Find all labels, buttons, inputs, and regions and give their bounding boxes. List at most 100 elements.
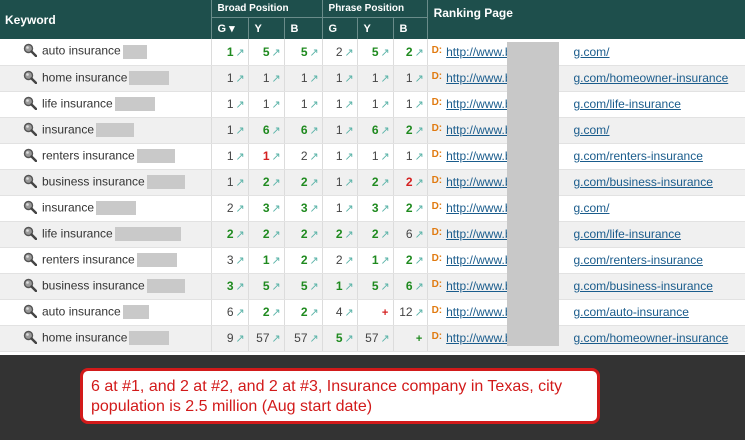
position-value: 2 — [335, 44, 343, 59]
broad-bing-position: 2 ↗ — [284, 169, 323, 196]
broad-bing-position: 5 ↗ — [284, 273, 323, 300]
trend-arrow-icon: ↗ — [414, 255, 424, 267]
trend-arrow-icon: ↗ — [309, 99, 319, 111]
trend-arrow-icon: ↗ — [235, 281, 245, 293]
table-row: home insurance 9 ↗ 57 ↗ 57 ↗ 5 ↗ 57 ↗ + D: http://www… — [0, 325, 745, 352]
phrase-yahoo-column[interactable]: Y — [357, 17, 394, 39]
trend-arrow-icon: ↗ — [235, 99, 245, 111]
keyword-text: insurance — [42, 200, 95, 215]
position-value: 1 — [405, 97, 413, 111]
broad-yahoo-position: 2 ↗ — [248, 299, 285, 326]
keyword-cell: auto insurance — [0, 39, 212, 66]
ranking-page-cell: D: http://www.b g.com/business-insurance — [427, 169, 745, 196]
magnifier-icon[interactable] — [23, 252, 38, 269]
annotation-note: 6 at #1, and 2 at #2, and 2 at #3, Insur… — [80, 368, 600, 424]
magnifier-icon[interactable] — [23, 304, 38, 321]
domain-marker: D: — [431, 227, 443, 238]
phrase-yahoo-position: 1 ↗ — [357, 91, 394, 118]
ranking-page-cell: D: http://www.b g.com/ — [427, 39, 745, 66]
trend-arrow-icon: ↗ — [235, 177, 245, 189]
magnifier-icon[interactable] — [23, 278, 38, 295]
position-value: 2 — [262, 305, 270, 319]
ranking-page-cell: D: http://www.b g.com/renters-insurance — [427, 247, 745, 274]
position-value: 2 — [335, 227, 343, 241]
broad-google-column[interactable]: G ▾ — [211, 17, 249, 39]
position-value: 6 — [371, 123, 379, 137]
position-value: 1 — [335, 97, 343, 111]
position-value: 1 — [405, 71, 413, 85]
broad-bing-position: 2 ↗ — [284, 247, 323, 274]
position-value: 5 — [300, 44, 308, 59]
broad-bing-position: 5 ↗ — [284, 39, 323, 66]
trend-arrow-icon: ↗ — [344, 125, 354, 137]
ranking-url-link[interactable]: http://www.b g.com/business-insurance — [446, 175, 713, 189]
magnifier-icon[interactable] — [23, 148, 38, 165]
redacted-text — [136, 253, 177, 267]
magnifier-icon[interactable] — [23, 70, 38, 87]
keyword-text: auto insurance — [42, 304, 121, 319]
magnifier-icon[interactable] — [23, 226, 38, 243]
trend-arrow-icon: ↗ — [271, 203, 281, 215]
position-value: 1 — [262, 71, 270, 85]
broad-yahoo-position: 1 ↗ — [248, 143, 285, 170]
broad-yahoo-position: 2 ↗ — [248, 169, 285, 196]
ranking-url-link[interactable]: http://www.b g.com/life-insurance — [446, 97, 681, 111]
keyword-header[interactable]: Keyword — [0, 0, 212, 39]
magnifier-icon[interactable] — [23, 43, 38, 60]
position-value: 1 — [371, 71, 379, 85]
phrase-bing-position: + — [393, 325, 428, 352]
trend-arrow-icon: ↗ — [344, 229, 354, 241]
ranking-page-header[interactable]: Ranking Page — [427, 0, 745, 39]
table-row: business insurance 3 ↗ 5 ↗ 5 ↗ 1 ↗ 5 ↗ 6 ↗ D: http://w… — [0, 273, 745, 300]
magnifier-icon[interactable] — [23, 174, 38, 191]
ranking-url-link[interactable]: http://www.b g.com/life-insurance — [446, 227, 681, 241]
ranking-url-link[interactable]: http://www.b g.com/renters-insurance — [446, 253, 703, 267]
phrase-google-column[interactable]: G — [322, 17, 358, 39]
ranking-url-link[interactable]: http://www.b g.com/auto-insurance — [446, 305, 689, 319]
position-value: 1 — [335, 279, 343, 293]
trend-arrow-icon: ↗ — [380, 73, 390, 85]
trend-arrow-icon: ↗ — [344, 46, 354, 59]
broad-bing-position: 57 ↗ — [284, 325, 323, 352]
phrase-bing-column[interactable]: B — [393, 17, 428, 39]
ranking-url-link[interactable]: http://www.b g.com/homeowner-insurance — [446, 71, 728, 85]
keyword-cell: life insurance — [0, 91, 212, 118]
ranking-url-link[interactable]: http://www.b g.com/renters-insurance — [446, 149, 703, 163]
broad-google-position: 6 ↗ — [211, 299, 249, 326]
magnifier-icon[interactable] — [23, 200, 38, 217]
position-value: 3 — [226, 253, 234, 267]
position-value: 1 — [226, 44, 234, 59]
phrase-bing-position: 6 ↗ — [393, 221, 428, 248]
position-value: 5 — [300, 279, 308, 293]
magnifier-icon[interactable] — [23, 122, 38, 139]
table-row: renters insurance 1 ↗ 1 ↗ 2 ↗ 1 ↗ 1 ↗ 1 ↗ D: http://ww… — [0, 143, 745, 170]
position-value: 2 — [300, 227, 308, 241]
keyword-text: business insurance — [42, 174, 145, 189]
ranking-report: Keyword Broad Position Phrase Position R… — [0, 0, 745, 355]
trend-arrow-icon: ↗ — [271, 333, 281, 345]
phrase-bing-position: 2 ↗ — [393, 117, 428, 144]
keyword-text: renters insurance — [42, 252, 135, 267]
broad-yahoo-column[interactable]: Y — [248, 17, 285, 39]
phrase-yahoo-position: + — [357, 299, 394, 326]
ranking-url-link[interactable]: http://www.b g.com/homeowner-insurance — [446, 331, 728, 345]
ranking-page-cell: D: http://www.b g.com/renters-insurance — [427, 143, 745, 170]
position-value: 2 — [300, 305, 308, 319]
position-value: 2 — [405, 175, 413, 189]
trend-arrow-icon: ↗ — [344, 307, 354, 319]
magnifier-icon[interactable] — [23, 96, 38, 113]
position-value: 2 — [300, 253, 308, 267]
phrase-bing-position: 2 ↗ — [393, 169, 428, 196]
phrase-google-position: 1 ↗ — [322, 169, 358, 196]
domain-marker: D: — [431, 279, 443, 290]
trend-arrow-icon: ↗ — [414, 125, 424, 137]
keyword-cell: home insurance — [0, 65, 212, 92]
broad-bing-column[interactable]: B — [284, 17, 323, 39]
position-value: 2 — [300, 175, 308, 189]
redacted-text — [96, 123, 135, 137]
position-value: 9 — [226, 331, 234, 345]
trend-arrow-icon: ↗ — [235, 46, 245, 59]
position-value: 2 — [405, 44, 413, 59]
magnifier-icon[interactable] — [23, 330, 38, 347]
ranking-url-link[interactable]: http://www.b g.com/business-insurance — [446, 279, 713, 293]
